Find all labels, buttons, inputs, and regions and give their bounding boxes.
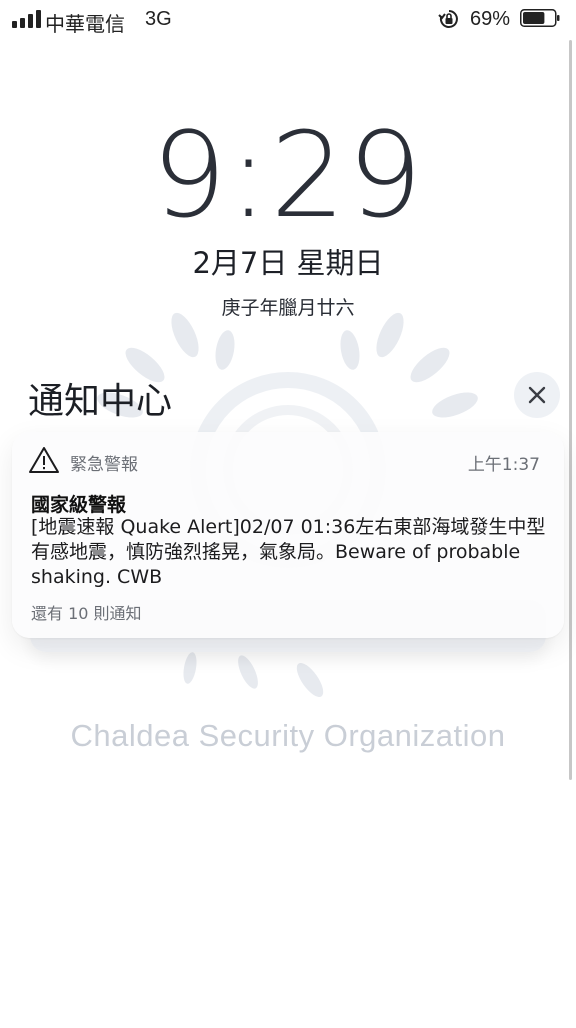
battery-icon [520,9,560,27]
more-notifications-count: 還有 10 則通知 [31,604,142,623]
carrier-name: 中華電信 [45,14,125,36]
rotation-lock-icon [438,10,458,28]
network-type: 3G [145,8,172,30]
signal-icon [12,10,41,28]
status-bar: 中華電信 3G 69% [0,0,576,38]
notification-app-name: 緊急警報 [70,455,138,475]
notification-time: 上午1:37 [467,455,540,475]
wallpaper-caption: Chaldea Security Organization [70,718,506,753]
lockscreen-clock: 9:29 [151,106,425,244]
notification-body: [地震速報 Quake Alert]02/07 01:36左右東部海域發生中型有… [31,516,546,588]
lunar-date: 庚子年臘月廿六 [221,297,355,319]
notification-card[interactable]: 緊急警報 上午1:37 國家級警報 [地震速報 Quake Alert]02/0… [12,432,564,638]
clear-notifications-button[interactable] [514,372,560,418]
lockscreen-date: 2月7日 星期日 [192,246,384,280]
notification-header: 緊急警報 上午1:37 [12,432,564,484]
warning-triangle-icon [29,447,59,473]
notification-title: 國家級警報 [31,494,127,516]
close-icon [528,386,546,404]
battery-percent: 69% [470,8,511,30]
notification-center-title: 通知中心 [28,381,173,422]
